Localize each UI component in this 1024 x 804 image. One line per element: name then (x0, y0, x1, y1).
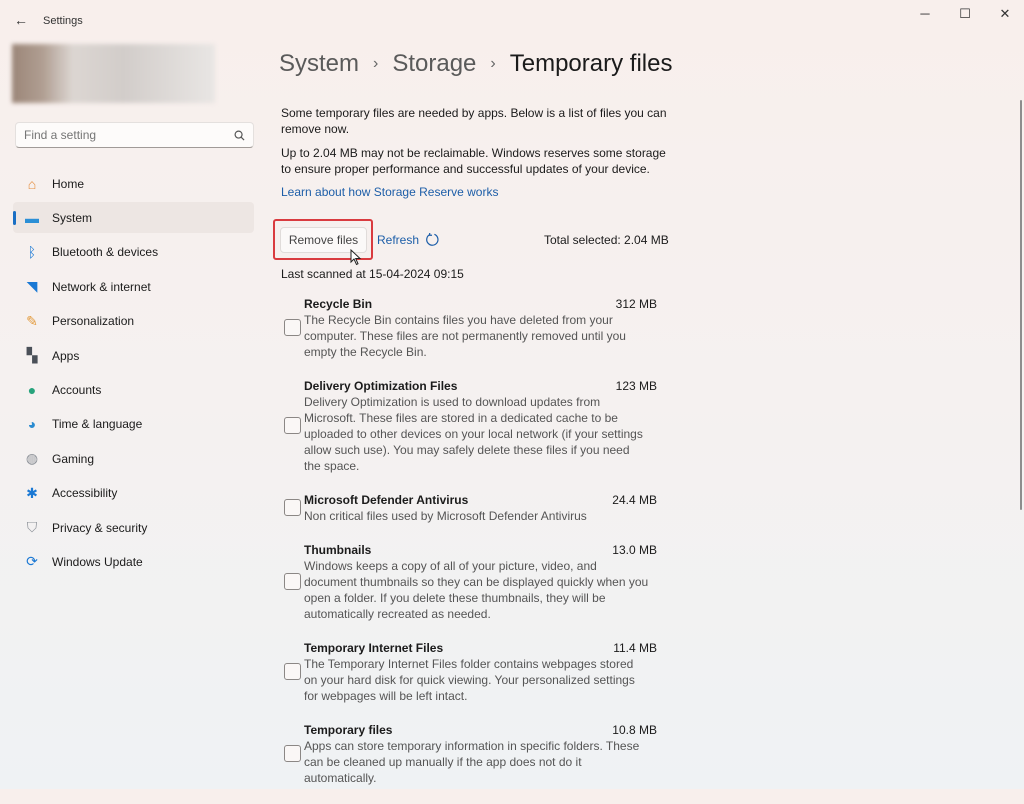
temp-files-list: Recycle Bin 312 MB The Recycle Bin conta… (284, 296, 664, 804)
total-selected: Total selected: 2.04 MB (544, 233, 669, 247)
sidebar-item-label: Home (52, 176, 85, 191)
file-category-size: 312 MB (615, 297, 657, 311)
sidebar-item-personalization[interactable]: ✎ Personalization (13, 306, 254, 337)
page-title: Temporary files (509, 50, 673, 77)
file-category-size: 13.0 MB (612, 543, 657, 557)
sidebar-item-home[interactable]: ⌂ Home (13, 168, 254, 199)
sidebar-item-label: Apps (52, 348, 80, 363)
refresh-icon (426, 232, 439, 246)
file-category-item: Temporary files 10.8 MB Apps can store t… (284, 722, 664, 786)
close-button[interactable]: ✕ (990, 6, 1020, 24)
search-input[interactable] (24, 128, 214, 142)
file-category-name: Thumbnails (304, 543, 372, 557)
sidebar-item-label: Bluetooth & devices (52, 245, 159, 260)
sidebar-item-accessibility[interactable]: ✱ Accessibility (13, 478, 254, 509)
system-icon: ▬ (25, 209, 39, 226)
intro-text: Some temporary files are needed by apps.… (281, 106, 667, 136)
file-category-size: 123 MB (615, 379, 657, 393)
sidebar-item-accounts[interactable]: ● Accounts (13, 374, 254, 405)
file-category-size: 24.4 MB (612, 493, 657, 507)
minimize-button[interactable]: ─ (910, 6, 940, 24)
app-title: Settings (43, 15, 83, 27)
file-category-size: 11.4 MB (613, 641, 657, 655)
file-category-name: Temporary files (304, 723, 393, 737)
sidebar-item-network-internet[interactable]: ◥ Network & internet (13, 271, 254, 302)
mouse-cursor-icon (350, 249, 362, 266)
last-scanned: Last scanned at 15-04-2024 09:15 (281, 267, 464, 281)
file-checkbox[interactable] (284, 417, 301, 434)
breadcrumb-system[interactable]: System (279, 50, 359, 78)
file-category-name: Microsoft Defender Antivirus (304, 493, 469, 507)
sidebar-item-label: Personalization (52, 314, 135, 329)
apps-icon: ▚ (26, 347, 38, 363)
file-category-description: Non critical files used by Microsoft Def… (304, 509, 587, 523)
sidebar-item-label: Accessibility (52, 486, 118, 501)
sidebar-item-privacy-security[interactable]: ⛉ Privacy & security (13, 512, 254, 543)
gamepad-icon: ◍ (25, 450, 39, 467)
file-category-name: Temporary Internet Files (304, 641, 444, 655)
maximize-button[interactable]: ☐ (950, 6, 980, 24)
file-category-item: Thumbnails 13.0 MB Windows keeps a copy … (284, 542, 664, 622)
sidebar-item-label: Privacy & security (52, 520, 148, 535)
breadcrumb: System › Storage › Temporary files (279, 50, 672, 78)
file-category-size: 10.8 MB (612, 723, 657, 737)
reserve-text: Up to 2.04 MB may not be reclaimable. Wi… (281, 146, 666, 176)
accessibility-icon: ✱ (26, 484, 38, 501)
file-checkbox[interactable] (284, 319, 301, 336)
home-icon: ⌂ (27, 175, 37, 192)
wifi-icon: ◥ (26, 278, 38, 295)
sidebar-item-time-language[interactable]: ◕ Time & language (13, 409, 254, 440)
refresh-label: Refresh (377, 232, 420, 247)
user-profile-blurred[interactable] (12, 44, 215, 103)
file-category-description: The Recycle Bin contains files you have … (304, 313, 626, 359)
refresh-button[interactable]: Refresh (377, 232, 440, 247)
sidebar-item-bluetooth-devices[interactable]: ᛒ Bluetooth & devices (13, 237, 254, 268)
update-icon: ⟳ (26, 553, 38, 570)
bluetooth-icon: ᛒ (27, 244, 37, 261)
scrollbar[interactable] (1020, 100, 1022, 510)
sidebar-item-label: Time & language (52, 417, 143, 432)
file-checkbox[interactable] (284, 745, 301, 762)
file-category-description: The Temporary Internet Files folder cont… (304, 657, 635, 703)
back-button[interactable]: ← (14, 12, 28, 28)
breadcrumb-separator: › (373, 55, 379, 72)
sidebar-item-label: Network & internet (52, 279, 151, 294)
file-category-name: Recycle Bin (304, 297, 373, 311)
sidebar-item-system[interactable]: ▬ System (13, 202, 254, 234)
shield-icon: ⛉ (26, 519, 38, 535)
file-category-description: Apps can store temporary information in … (304, 739, 640, 785)
breadcrumb-storage[interactable]: Storage (392, 50, 476, 78)
file-category-description: Windows keeps a copy of all of your pict… (304, 559, 649, 621)
selected-indicator (13, 211, 16, 226)
sidebar-item-windows-update[interactable]: ⟳ Windows Update (13, 546, 254, 577)
file-category-item: Microsoft Defender Antivirus 24.4 MB Non… (284, 492, 664, 524)
breadcrumb-separator: › (490, 55, 496, 72)
file-category-description: Delivery Optimization is used to downloa… (304, 395, 643, 473)
globe-icon: ◕ (27, 416, 37, 433)
brush-icon: ✎ (26, 312, 38, 329)
file-category-name: Delivery Optimization Files (304, 379, 458, 393)
sidebar-item-label: Accounts (52, 382, 102, 397)
search-box[interactable] (15, 122, 254, 148)
person-icon: ● (27, 381, 37, 398)
file-checkbox[interactable] (284, 499, 301, 516)
sidebar-item-label: Gaming (52, 451, 95, 466)
sidebar-item-label: Windows Update (52, 554, 143, 569)
search-icon (234, 130, 245, 141)
sidebar-item-label: System (52, 210, 93, 225)
file-category-item: Recycle Bin 312 MB The Recycle Bin conta… (284, 296, 664, 360)
file-category-item: Temporary Internet Files 11.4 MB The Tem… (284, 640, 664, 704)
file-category-item: Delivery Optimization Files 123 MB Deliv… (284, 378, 664, 474)
sidebar-item-apps[interactable]: ▚ Apps (13, 340, 254, 371)
file-checkbox[interactable] (284, 663, 301, 680)
file-checkbox[interactable] (284, 573, 301, 590)
sidebar-item-gaming[interactable]: ◍ Gaming (13, 443, 254, 474)
storage-reserve-link[interactable]: Learn about how Storage Reserve works (281, 184, 671, 200)
